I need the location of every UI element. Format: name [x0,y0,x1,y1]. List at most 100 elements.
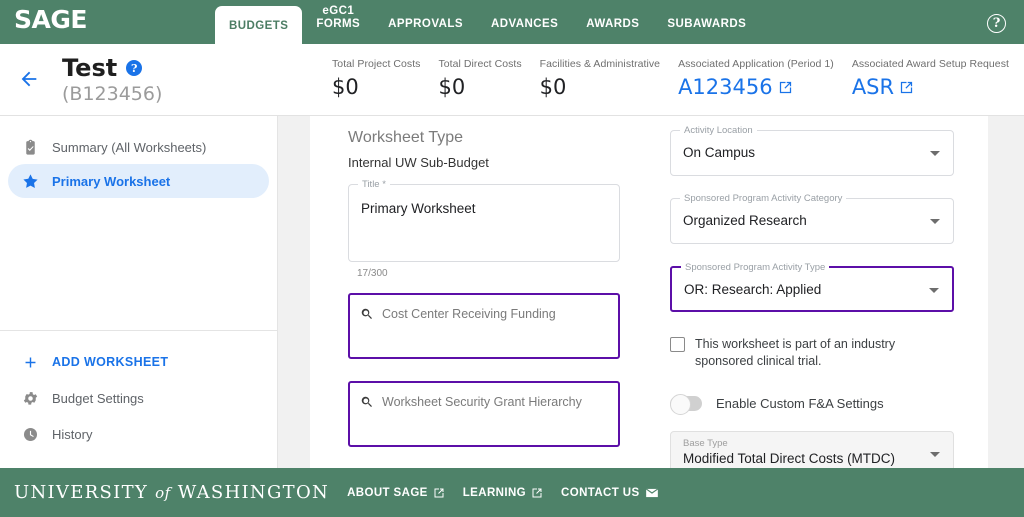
base-type-select: Base Type Modified Total Direct Costs (M… [670,431,954,468]
uw-logo: UNIVERSITY of WASHINGTON [14,482,329,503]
chevron-down-icon[interactable] [929,288,939,293]
base-type-value: Modified Total Direct Costs (MTDC) [671,449,953,466]
external-link-icon [778,80,793,95]
activity-type-select[interactable]: Sponsored Program Activity Type OR: Rese… [670,266,954,312]
sidebar-item-summary[interactable]: Summary (All Worksheets) [8,130,269,164]
sidebar-item-label: Primary Worksheet [52,174,170,189]
award-setup-request-link[interactable]: ASR [852,75,1009,99]
title-block: Test ? (B123456) [62,54,332,105]
tab-advances[interactable]: ADVANCES [477,0,572,44]
link-text: ASR [852,75,894,99]
security-hierarchy-search-field[interactable]: Worksheet Security Grant Hierarchy [348,381,620,447]
stat-label: Total Project Costs [332,58,420,70]
custom-fa-toggle-label: Enable Custom F&A Settings [716,396,884,411]
sage-logo: SAGE [0,5,215,44]
form-column-left: Worksheet Type Internal UW Sub-Budget Ti… [348,116,620,447]
stat-total-direct-costs: Total Direct Costs $0 [438,58,521,99]
form-column-right: Activity Location On Campus Sponsored Pr… [670,116,954,468]
link-label: ABOUT SAGE [347,487,428,499]
mail-icon [645,486,659,500]
activity-category-label: Sponsored Program Activity Category [680,193,846,204]
main-body: Summary (All Worksheets) Primary Workshe… [0,116,1024,468]
link-text: A123456 [678,75,773,99]
sidebar-item-label: Summary (All Worksheets) [52,140,206,155]
clinical-trial-checkbox-row[interactable]: This worksheet is part of an industry sp… [670,336,954,370]
cost-center-placeholder: Cost Center Receiving Funding [382,307,556,321]
action-label: Budget Settings [52,391,144,406]
stat-value: $0 [332,75,420,99]
sidebar-divider [0,330,278,331]
uw-logo-part1: UNIVERSITY [14,482,155,503]
external-link-icon [433,487,445,499]
cost-center-search-field[interactable]: Cost Center Receiving Funding [348,293,620,359]
custom-fa-toggle-row[interactable]: Enable Custom F&A Settings [670,396,954,411]
gear-icon [22,390,39,407]
clinical-trial-label: This worksheet is part of an industry sp… [695,336,954,370]
title-char-count: 17/300 [357,268,620,279]
activity-type-label: Sponsored Program Activity Type [681,262,829,273]
action-label: ADD WORKSHEET [52,355,168,369]
nav-tab-list: BUDGETS eGC1 FORMS APPROVALS ADVANCES AW… [215,0,987,44]
worksheet-type-value: Internal UW Sub-Budget [348,155,620,170]
page-subheader: Test ? (B123456) Total Project Costs $0 … [0,44,1024,116]
tab-awards[interactable]: AWARDS [572,0,653,44]
add-worksheet-button[interactable]: ADD WORKSHEET [0,344,278,380]
plus-icon [22,354,39,371]
search-icon [360,307,374,321]
title-field-label: Title * [358,179,390,190]
tab-egc1-forms[interactable]: eGC1 FORMS [302,0,374,44]
chevron-down-icon[interactable] [930,151,940,156]
title-field[interactable]: Title * Primary Worksheet [348,184,620,262]
custom-fa-toggle[interactable] [670,396,702,411]
stat-value: $0 [438,75,521,99]
summary-stats: Total Project Costs $0 Total Direct Cost… [332,58,1024,100]
chevron-down-icon[interactable] [930,219,940,224]
stat-label: Facilities & Administrative [540,58,660,70]
activity-location-select[interactable]: Activity Location On Campus [670,130,954,176]
learning-link[interactable]: LEARNING [463,487,543,499]
stat-associated-application: Associated Application (Period 1) A12345… [678,58,834,99]
uw-logo-part2: WASHINGTON [171,482,329,503]
uw-logo-of: of [155,484,171,502]
history-button[interactable]: History [0,416,278,452]
worksheet-sidebar: Summary (All Worksheets) Primary Workshe… [0,116,278,468]
stat-label: Total Direct Costs [438,58,521,70]
base-type-label: Base Type [671,432,953,449]
link-label: LEARNING [463,487,526,499]
tab-subawards[interactable]: SUBAWARDS [653,0,760,44]
top-navigation-bar: SAGE BUDGETS eGC1 FORMS APPROVALS ADVANC… [0,0,1024,44]
star-icon [22,173,39,190]
worksheet-type-heading: Worksheet Type [348,129,620,147]
page-title: Test [62,54,117,82]
stat-value: $0 [540,75,660,99]
page-footer: UNIVERSITY of WASHINGTON ABOUT SAGE LEAR… [0,468,1024,517]
budget-number: (B123456) [62,83,332,105]
title-help-icon[interactable]: ? [126,60,142,76]
chevron-down-icon [930,452,940,457]
help-icon[interactable]: ? [987,14,1006,33]
stat-facilities-administrative: Facilities & Administrative $0 [540,58,660,99]
action-label: History [52,427,92,442]
associated-application-link[interactable]: A123456 [678,75,834,99]
stat-total-project-costs: Total Project Costs $0 [332,58,420,99]
activity-location-label: Activity Location [680,125,757,136]
about-sage-link[interactable]: ABOUT SAGE [347,487,445,499]
contact-us-link[interactable]: CONTACT US [561,486,659,500]
external-link-icon [531,487,543,499]
clock-icon [22,426,39,443]
activity-category-select[interactable]: Sponsored Program Activity Category Orga… [670,198,954,244]
stat-label: Associated Application (Period 1) [678,58,834,70]
tab-budgets[interactable]: BUDGETS [215,6,302,44]
stat-label: Associated Award Setup Request [852,58,1009,70]
clinical-trial-checkbox[interactable] [670,337,685,352]
link-label: CONTACT US [561,487,640,499]
arrow-left-icon[interactable] [18,68,40,90]
search-icon [360,395,374,409]
external-link-icon [899,80,914,95]
sidebar-item-primary-worksheet[interactable]: Primary Worksheet [8,164,269,198]
tab-approvals[interactable]: APPROVALS [374,0,477,44]
budget-settings-button[interactable]: Budget Settings [0,380,278,416]
sidebar-actions: ADD WORKSHEET Budget Settings History [0,344,278,452]
stat-associated-award-setup-request: Associated Award Setup Request ASR [852,58,1009,99]
worksheet-form: Worksheet Type Internal UW Sub-Budget Ti… [310,116,988,468]
